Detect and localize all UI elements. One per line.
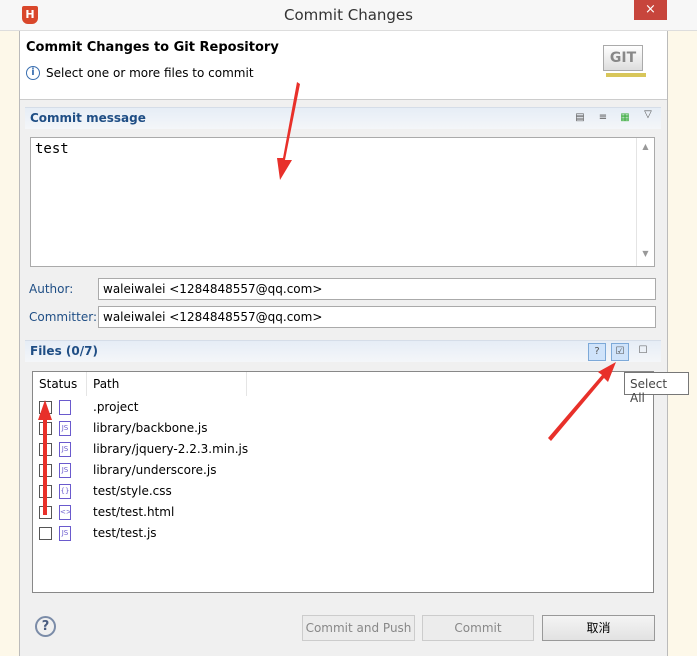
arrow-to-checkboxes	[38, 400, 52, 515]
arrow-to-select-all	[548, 362, 616, 441]
annotation-arrows	[38, 82, 616, 515]
arrow-to-message	[277, 82, 300, 180]
